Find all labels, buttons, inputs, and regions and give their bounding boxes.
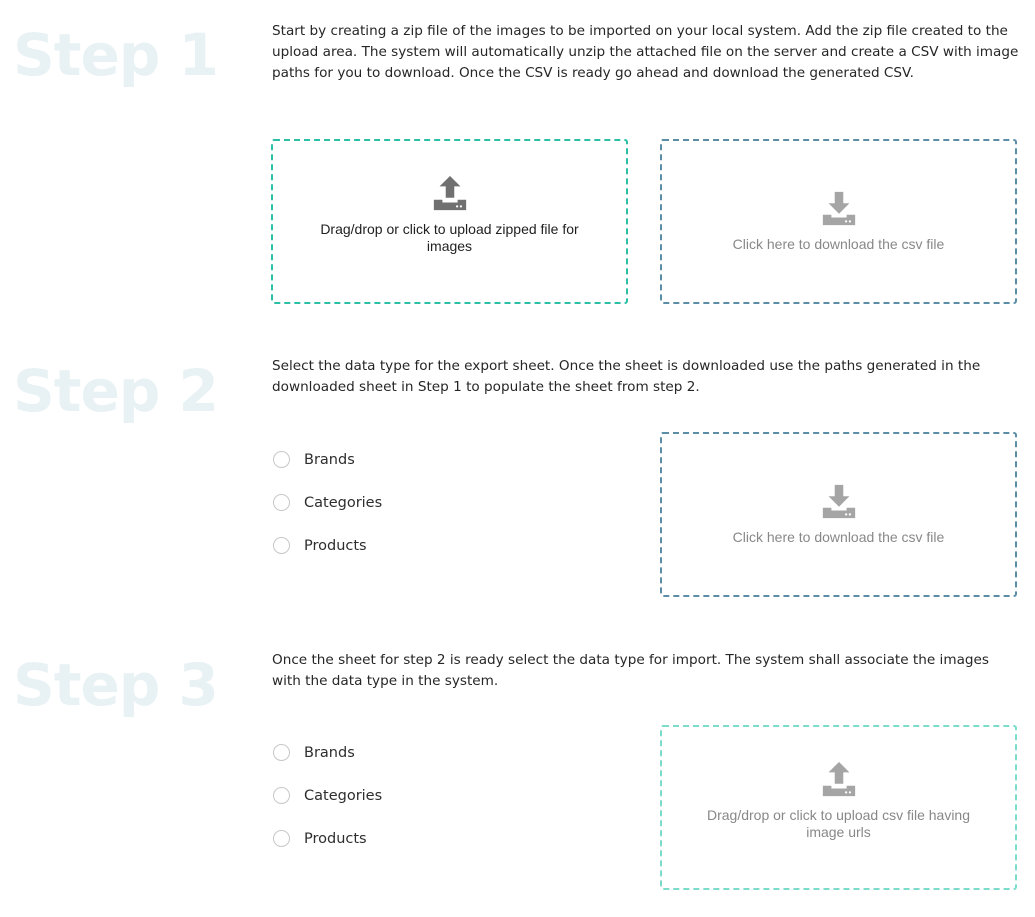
step-3-option-label: Brands (304, 744, 355, 761)
step-3-option-brands[interactable]: Brands (272, 744, 355, 761)
step-2-option-categories[interactable]: Categories (272, 494, 382, 511)
csv-download-label-step-1: Click here to download the csv file (732, 236, 945, 252)
radio-button[interactable] (273, 787, 290, 804)
zip-upload-label: Drag/drop or click to upload zipped file… (320, 220, 579, 254)
step-2-title: Step 2 (13, 357, 219, 425)
upload-icon (433, 175, 466, 210)
step-1-title: Step 1 (13, 21, 219, 89)
csv-download-box-step-1[interactable]: Click here to download the csv file (660, 139, 1017, 304)
step-1-description: Start by creating a zip file of the imag… (272, 23, 1019, 81)
csv-download-label-step-2: Click here to download the csv file (732, 529, 945, 545)
step-3-option-categories[interactable]: Categories (272, 787, 382, 804)
step-3-option-label: Products (304, 830, 367, 847)
zip-upload-dropzone[interactable]: Drag/drop or click to upload zipped file… (271, 139, 628, 304)
radio-button[interactable] (273, 537, 290, 554)
step-2-option-brands[interactable]: Brands (272, 451, 355, 468)
step-2-option-label: Brands (304, 451, 355, 468)
csv-upload-label: Drag/drop or click to upload csv file ha… (706, 806, 971, 840)
upload-icon (822, 761, 855, 796)
download-icon (822, 191, 855, 226)
step-2-description: Select the data type for the export shee… (272, 358, 981, 395)
radio-button[interactable] (273, 494, 290, 511)
csv-upload-dropzone[interactable]: Drag/drop or click to upload csv file ha… (660, 725, 1017, 890)
csv-download-box-step-2[interactable]: Click here to download the csv file (660, 432, 1017, 597)
radio-button[interactable] (273, 451, 290, 468)
step-3-title: Step 3 (13, 651, 219, 719)
step-2-option-label: Products (304, 537, 367, 554)
step-2-option-products[interactable]: Products (272, 537, 367, 554)
step-2-option-label: Categories (304, 494, 383, 511)
radio-button[interactable] (273, 744, 290, 761)
radio-button[interactable] (273, 830, 290, 847)
step-3-option-label: Categories (304, 787, 383, 804)
download-icon (822, 484, 855, 519)
step-3-description: Once the sheet for step 2 is ready selec… (272, 652, 989, 689)
step-3-option-products[interactable]: Products (272, 830, 367, 847)
